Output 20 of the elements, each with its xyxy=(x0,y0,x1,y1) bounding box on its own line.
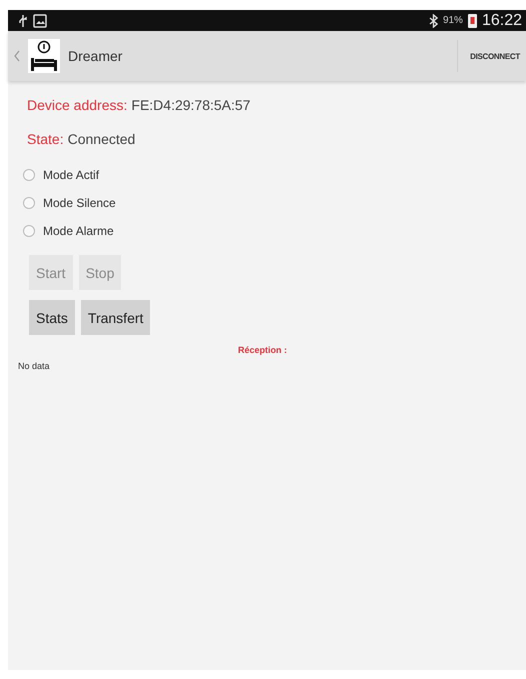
action-button[interactable]: Stats xyxy=(29,300,75,335)
clock: 16:22 xyxy=(482,12,522,30)
mode-radio[interactable]: Mode Silence xyxy=(8,189,116,217)
disconnect-button[interactable]: DISCONNECT xyxy=(457,40,526,72)
field-label: Device address: xyxy=(27,97,128,113)
field-value: FE:D4:29:78:5A:57 xyxy=(131,97,250,113)
image-icon xyxy=(33,14,47,28)
data-text: No data xyxy=(17,361,51,371)
battery-percent: 91% xyxy=(442,15,463,26)
bluetooth-icon xyxy=(428,14,438,28)
action-button[interactable]: Transfert xyxy=(80,300,150,335)
field-value: Connected xyxy=(68,131,136,147)
reception-label: Réception : xyxy=(237,345,288,355)
mode-radio[interactable]: Mode Actif xyxy=(8,161,100,189)
app-title: Dreamer xyxy=(68,48,122,64)
battery-icon xyxy=(468,13,477,28)
back-icon[interactable] xyxy=(14,50,20,62)
field-label: State: xyxy=(27,131,64,147)
mode-radio[interactable]: Mode Alarme xyxy=(8,217,114,245)
bed-icon xyxy=(28,39,60,73)
